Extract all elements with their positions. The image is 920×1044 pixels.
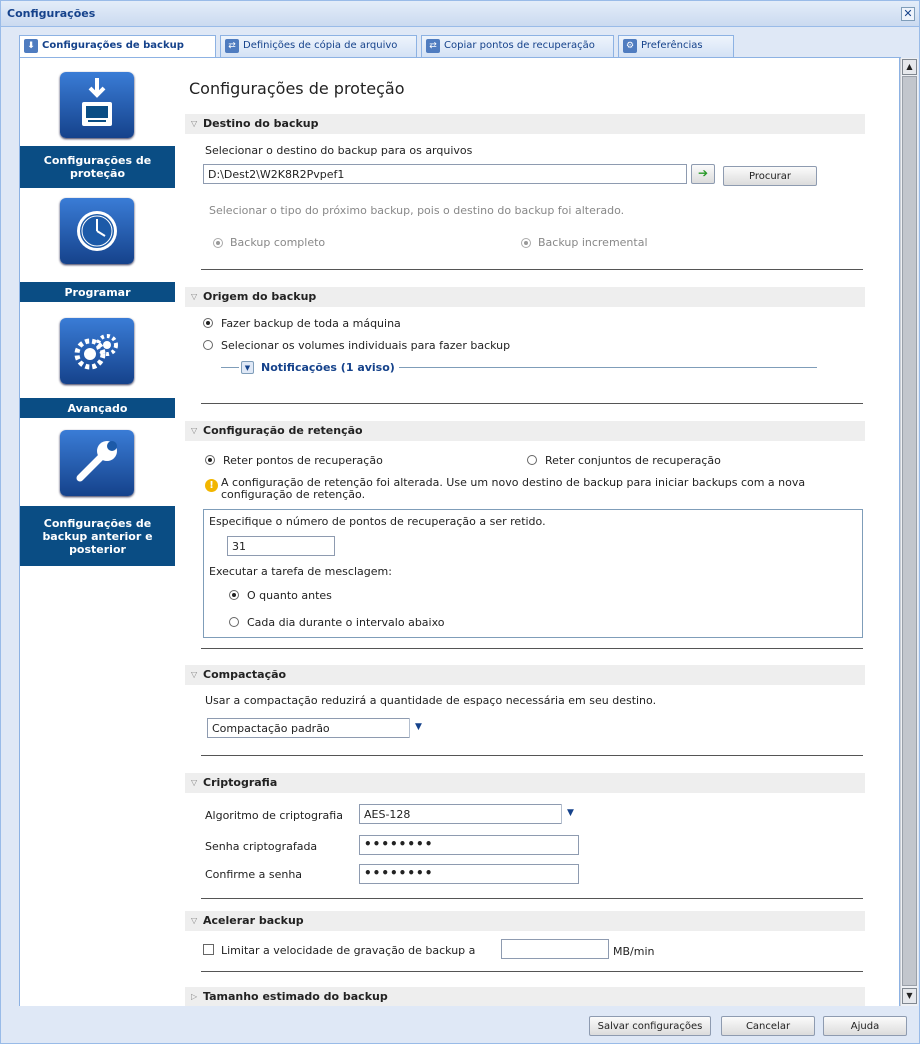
whole-machine-label: Fazer backup de toda a máquina (221, 317, 401, 330)
footer: Salvar configurações Cancelar Ajuda (19, 1006, 918, 1043)
full-backup-label: Backup completo (230, 236, 326, 249)
backup-icon: ⬇ (24, 39, 38, 53)
warning-icon: ! (205, 479, 218, 492)
preferences-icon: ⚙ (623, 39, 637, 53)
tab-label: Preferências (641, 40, 703, 51)
section-compression[interactable]: ▽ Compactação (185, 665, 865, 685)
sidebar: Configurações de proteção Programar Avan… (19, 58, 175, 1006)
section-encryption[interactable]: ▽ Criptografia (185, 773, 865, 793)
volumes-label: Selecionar os volumes individuais para f… (221, 339, 511, 352)
incremental-backup-radio[interactable] (521, 238, 531, 248)
password-field[interactable]: •••••••• (359, 835, 579, 855)
full-backup-radio[interactable] (213, 238, 223, 248)
throttle-input[interactable] (501, 939, 609, 959)
volumes-radio[interactable] (203, 340, 213, 350)
vertical-scrollbar[interactable]: ▲ ▼ (900, 58, 918, 1006)
window-title: Configurações (7, 7, 96, 20)
tab-label: Copiar pontos de recuperação (444, 40, 595, 51)
destination-prompt: Selecionar o destino do backup para os a… (205, 144, 473, 157)
cancel-button[interactable]: Cancelar (721, 1016, 815, 1036)
count-prompt: Especifique o número de pontos de recupe… (209, 515, 546, 528)
browse-button[interactable]: Procurar (723, 166, 817, 186)
tab-backup-settings[interactable]: ⬇ Configurações de backup (19, 35, 216, 58)
collapse-icon: ▽ (191, 916, 198, 925)
tab-file-copy[interactable]: ⇄ Definições de cópia de arquivo (220, 35, 417, 57)
tab-label: Definições de cópia de arquivo (243, 40, 398, 51)
tab-preferences[interactable]: ⚙ Preferências (618, 35, 734, 57)
throttle-label: Limitar a velocidade de gravação de back… (221, 944, 476, 957)
clock-icon[interactable] (60, 198, 134, 264)
backup-type-note: Selecionar o tipo do próximo backup, poi… (209, 204, 625, 217)
close-icon[interactable]: ✕ (901, 7, 915, 21)
drive-download-icon[interactable] (60, 72, 134, 138)
confirm-password-label: Confirme a senha (205, 868, 303, 881)
keep-sets-radio[interactable] (527, 455, 537, 465)
algorithm-label: Algoritmo de criptografia (205, 809, 343, 822)
main-content: Configurações de proteção ▽ Destino do b… (175, 58, 900, 1006)
confirm-password-field[interactable]: •••••••• (359, 864, 579, 884)
chevron-down-icon[interactable]: ▼ (409, 718, 427, 738)
scroll-up-icon[interactable]: ▲ (902, 59, 917, 75)
section-throttle[interactable]: ▽ Acelerar backup (185, 911, 865, 931)
tab-copy-recovery-points[interactable]: ⇄ Copiar pontos de recuperação (421, 35, 614, 57)
collapse-icon: ▽ (191, 426, 198, 435)
keep-points-label: Reter pontos de recuperação (223, 454, 383, 467)
expand-notifications-icon[interactable]: ▼ (241, 361, 254, 374)
keep-points-radio[interactable] (205, 455, 215, 465)
retention-count-input[interactable]: 31 (227, 536, 335, 556)
algorithm-select[interactable]: AES-128 (359, 804, 579, 824)
throttle-unit: MB/min (613, 945, 655, 958)
section-retention[interactable]: ▽ Configuração de retenção (185, 421, 865, 441)
title-bar: Configurações ✕ (1, 1, 919, 27)
sidebar-item-protection[interactable]: Configurações de proteção (20, 146, 175, 188)
copy-recovery-icon: ⇄ (426, 39, 440, 53)
collapse-icon: ▽ (191, 119, 198, 128)
notifications-toggle[interactable]: Notificações (1 aviso) (261, 361, 395, 374)
scroll-thumb[interactable] (902, 76, 917, 986)
keep-sets-label: Reter conjuntos de recuperação (545, 454, 721, 467)
scroll-down-icon[interactable]: ▼ (902, 988, 917, 1004)
section-estimate[interactable]: ▷ Tamanho estimado do backup (185, 987, 865, 1006)
throttle-checkbox[interactable] (203, 944, 214, 955)
section-destination[interactable]: ▽ Destino do backup (185, 114, 865, 134)
merge-interval-radio[interactable] (229, 617, 239, 627)
merge-asap-radio[interactable] (229, 590, 239, 600)
go-arrow-icon[interactable]: ➔ (691, 164, 715, 184)
sidebar-item-pre-post[interactable]: Configurações de backup anterior e poste… (20, 506, 175, 566)
compression-select[interactable]: Compactação padrão (207, 718, 427, 738)
gears-icon[interactable] (60, 318, 134, 384)
expand-icon: ▷ (191, 992, 198, 1001)
sidebar-item-advanced[interactable]: Avançado (20, 398, 175, 418)
destination-path-input[interactable]: D:\Dest2\W2K8R2Pvpef1 (203, 164, 687, 184)
merge-interval-label: Cada dia durante o intervalo abaixo (247, 616, 445, 629)
merge-asap-label: O quanto antes (247, 589, 332, 602)
collapse-icon: ▽ (191, 778, 198, 787)
wrench-icon[interactable] (60, 430, 134, 496)
collapse-icon: ▽ (191, 292, 198, 301)
retention-warning: A configuração de retenção foi alterada.… (221, 476, 806, 501)
compression-note: Usar a compactação reduzirá a quantidade… (205, 694, 657, 707)
merge-prompt: Executar a tarefa de mesclagem: (209, 565, 392, 578)
file-copy-icon: ⇄ (225, 39, 239, 53)
section-source[interactable]: ▽ Origem do backup (185, 287, 865, 307)
collapse-icon: ▽ (191, 670, 198, 679)
chevron-down-icon[interactable]: ▼ (561, 804, 579, 824)
incremental-backup-label: Backup incremental (538, 236, 648, 249)
save-button[interactable]: Salvar configurações (589, 1016, 711, 1036)
help-button[interactable]: Ajuda (823, 1016, 907, 1036)
tab-label: Configurações de backup (42, 40, 184, 51)
password-label: Senha criptografada (205, 840, 318, 853)
whole-machine-radio[interactable] (203, 318, 213, 328)
page-title: Configurações de proteção (189, 79, 405, 98)
sidebar-item-schedule[interactable]: Programar (20, 282, 175, 302)
settings-window: Configurações ✕ ⬇ Configurações de backu… (0, 0, 920, 1044)
